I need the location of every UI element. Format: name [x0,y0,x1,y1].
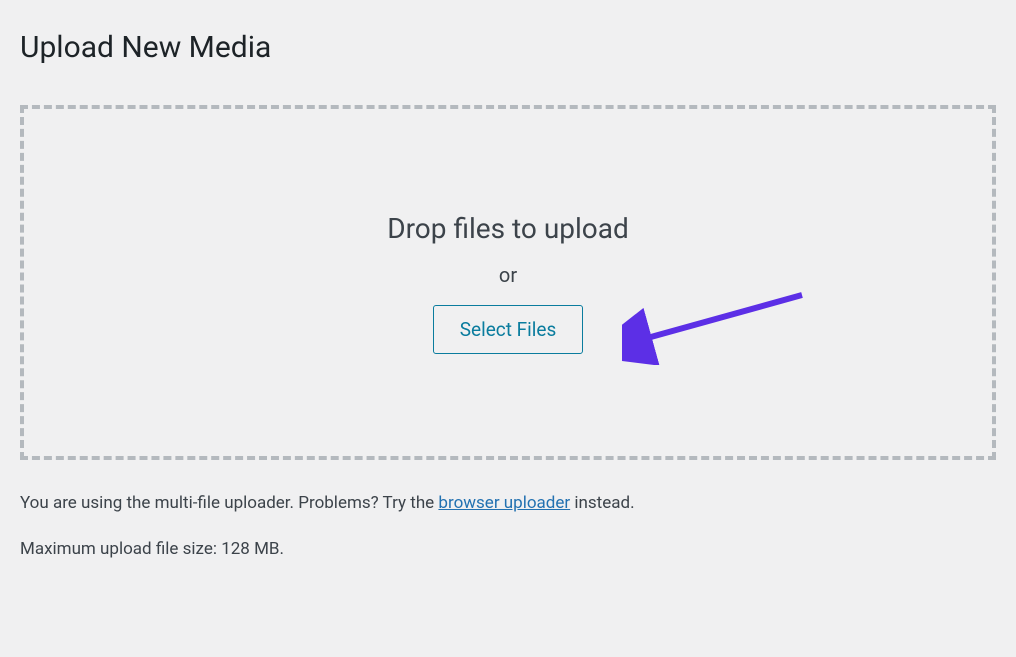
notice-prefix-text: You are using the multi-file uploader. P… [20,493,438,513]
page-title: Upload New Media [20,20,996,75]
notice-suffix-text: instead. [570,493,634,513]
annotation-arrow-icon [622,285,822,365]
drop-instructions-text: Drop files to upload [387,212,629,245]
drop-or-label: or [499,263,517,287]
select-files-button[interactable]: Select Files [433,305,584,354]
uploader-notice: You are using the multi-file uploader. P… [20,490,996,517]
drop-zone[interactable]: Drop files to upload or Select Files [20,105,996,460]
browser-uploader-link[interactable]: browser uploader [438,493,570,513]
max-upload-size-text: Maximum upload file size: 128 MB. [20,539,996,559]
